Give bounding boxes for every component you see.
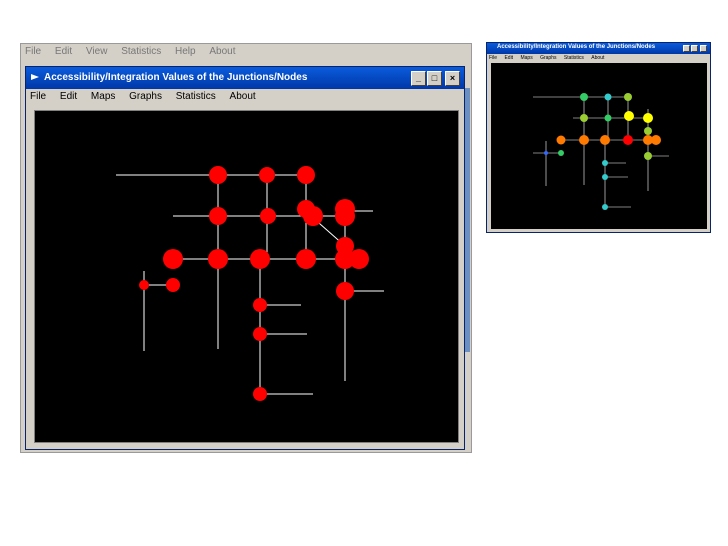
- bg-menu-statistics[interactable]: Statistics: [121, 46, 161, 57]
- background-menubar: File Edit View Statistics Help About: [21, 46, 475, 60]
- junction-node[interactable]: [600, 135, 610, 145]
- menu-graphs[interactable]: Graphs: [129, 91, 162, 102]
- junction-node[interactable]: [260, 208, 276, 224]
- junction-node[interactable]: [643, 113, 653, 123]
- junction-node[interactable]: [253, 298, 267, 312]
- junction-node[interactable]: [624, 111, 634, 121]
- main-window-title: Accessibility/Integration Values of the …: [44, 72, 308, 83]
- junction-node[interactable]: [579, 135, 589, 145]
- small-network-svg: [533, 93, 669, 210]
- junction-node[interactable]: [624, 93, 632, 101]
- junction-node[interactable]: [166, 278, 180, 292]
- close-icon[interactable]: ×: [445, 71, 460, 86]
- junction-node[interactable]: [336, 282, 354, 300]
- small-menu-edit[interactable]: Edit: [504, 55, 513, 61]
- junction-node[interactable]: [602, 204, 608, 210]
- small-titlebar[interactable]: Accessibility/Integration Values of the …: [487, 43, 710, 54]
- bg-menu-edit[interactable]: Edit: [55, 46, 72, 57]
- minimize-icon[interactable]: _: [411, 71, 426, 86]
- main-titlebar[interactable]: Accessibility/Integration Values of the …: [26, 67, 464, 89]
- menu-statistics[interactable]: Statistics: [176, 91, 216, 102]
- junction-node[interactable]: [623, 135, 633, 145]
- junction-node[interactable]: [250, 249, 270, 269]
- junction-node[interactable]: [558, 150, 564, 156]
- junction-node[interactable]: [209, 207, 227, 225]
- small-menu-about[interactable]: About: [591, 55, 604, 61]
- junction-node[interactable]: [544, 151, 548, 155]
- small-menu-statistics[interactable]: Statistics: [564, 55, 584, 61]
- menu-file[interactable]: File: [30, 91, 46, 102]
- junction-node[interactable]: [303, 206, 323, 226]
- junction-node[interactable]: [259, 167, 275, 183]
- junction-node[interactable]: [580, 114, 588, 122]
- app-icon[interactable]: [30, 72, 40, 82]
- small-maximize-icon[interactable]: [691, 45, 698, 52]
- junction-node[interactable]: [602, 160, 608, 166]
- junction-node[interactable]: [556, 135, 566, 145]
- junction-node[interactable]: [580, 93, 588, 101]
- small-close-icon[interactable]: [700, 45, 707, 52]
- junction-node[interactable]: [163, 249, 183, 269]
- bg-menu-view[interactable]: View: [86, 46, 108, 57]
- junction-node[interactable]: [604, 93, 612, 101]
- junction-node[interactable]: [335, 206, 355, 226]
- small-menu-file[interactable]: File: [489, 55, 497, 61]
- junction-node[interactable]: [602, 174, 608, 180]
- main-window: Accessibility/Integration Values of the …: [25, 66, 465, 450]
- junction-node[interactable]: [296, 249, 316, 269]
- junction-node[interactable]: [253, 387, 267, 401]
- junction-node[interactable]: [139, 280, 149, 290]
- bg-menu-help[interactable]: Help: [175, 46, 196, 57]
- small-minimize-icon[interactable]: [683, 45, 690, 52]
- junction-node[interactable]: [651, 135, 661, 145]
- small-menu-maps[interactable]: Maps: [520, 55, 532, 61]
- junction-node[interactable]: [208, 249, 228, 269]
- junction-node[interactable]: [297, 166, 315, 184]
- bg-menu-about[interactable]: About: [209, 46, 235, 57]
- network-map-svg: [116, 166, 384, 401]
- small-network-canvas[interactable]: [491, 63, 707, 229]
- junction-node[interactable]: [644, 127, 652, 135]
- junction-node[interactable]: [349, 249, 369, 269]
- junction-node[interactable]: [253, 327, 267, 341]
- small-menubar: File Edit Maps Graphs Statistics About: [489, 55, 610, 61]
- small-window: Accessibility/Integration Values of the …: [486, 42, 711, 233]
- junction-node[interactable]: [209, 166, 227, 184]
- junction-node[interactable]: [644, 152, 652, 160]
- maximize-icon[interactable]: □: [427, 71, 442, 86]
- main-menubar: File Edit Maps Graphs Statistics About: [30, 91, 450, 105]
- network-map-canvas[interactable]: [34, 110, 459, 443]
- small-window-title: Accessibility/Integration Values of the …: [497, 44, 656, 50]
- menu-edit[interactable]: Edit: [60, 91, 77, 102]
- small-menu-graphs[interactable]: Graphs: [540, 55, 556, 61]
- junction-node[interactable]: [604, 114, 612, 122]
- bg-menu-file[interactable]: File: [25, 46, 41, 57]
- menu-maps[interactable]: Maps: [91, 91, 115, 102]
- menu-about[interactable]: About: [230, 91, 256, 102]
